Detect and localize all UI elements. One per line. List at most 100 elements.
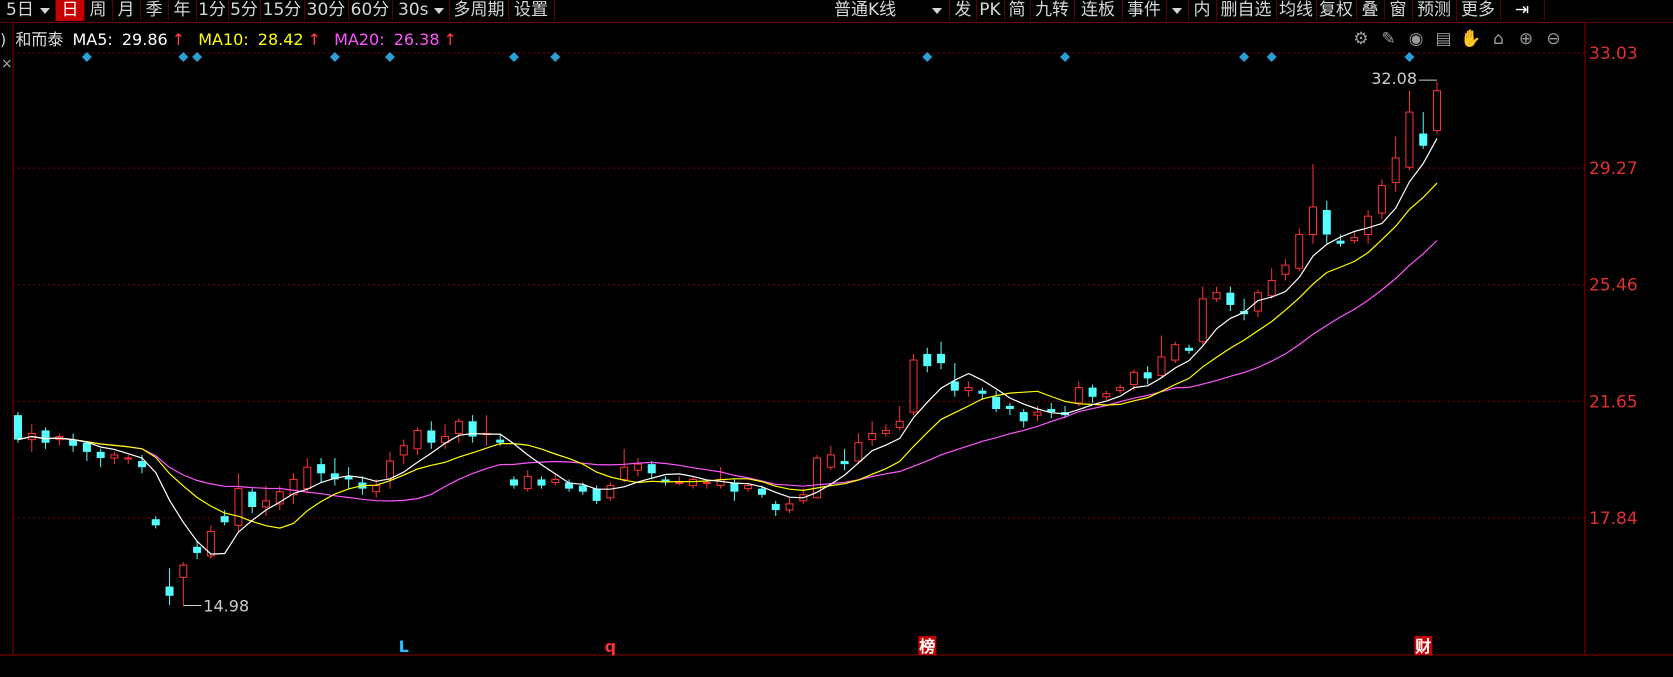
- kline-chart[interactable]: 33.03 29.27 25.46 21.65 17.84 32.08 14.98 × L q 榜 财: [0, 22, 1673, 677]
- period-tab[interactable]: 季: [140, 0, 169, 21]
- expand-icon[interactable]: ⇥: [1500, 0, 1545, 21]
- toolbar-button[interactable]: 复权: [1316, 0, 1357, 21]
- candle-body: [454, 420, 463, 435]
- toolbar-button[interactable]: 发: [950, 0, 977, 21]
- candle-body: [1143, 372, 1152, 379]
- candle-body: [1019, 412, 1028, 422]
- candle-body: [137, 461, 146, 468]
- candle-body: [647, 464, 656, 474]
- toolbar-button[interactable]: 删自选: [1216, 0, 1277, 21]
- toolbar-button[interactable]: 内: [1188, 0, 1217, 21]
- candle-body: [110, 454, 119, 459]
- candle-body: [248, 491, 257, 507]
- period-tab[interactable]: 5日: [0, 0, 56, 21]
- candle-body: [1157, 356, 1166, 376]
- period-tab[interactable]: 60分: [348, 0, 393, 21]
- candle-body: [1377, 185, 1386, 214]
- toolbar-button[interactable]: 九转: [1030, 0, 1075, 21]
- toolbar-button[interactable]: 叠: [1356, 0, 1385, 21]
- candle-body: [1226, 292, 1235, 305]
- candle-body: [744, 485, 753, 490]
- chevron-down-icon: [1172, 8, 1182, 14]
- candle-body: [1074, 387, 1083, 404]
- candle-body: [1281, 264, 1290, 275]
- period-tab[interactable]: 30分: [304, 0, 349, 21]
- candle-body: [372, 485, 381, 493]
- candle-body: [179, 564, 188, 578]
- toolbar-button[interactable]: 窗: [1384, 0, 1413, 21]
- ma5-line: [17, 138, 1438, 555]
- period-toolbar: 5日日周月季年 1分 5分 15分 30分 60分 30s 多周期 设置 普通K线发 PK 简九转 连板…: [0, 0, 1673, 23]
- candle-body: [1198, 298, 1207, 343]
- candle-body: [923, 353, 932, 367]
- candle-body: [730, 482, 739, 492]
- candle-body: [1433, 90, 1441, 131]
- candle-body: [702, 481, 711, 484]
- candle-body: [151, 519, 160, 526]
- candle-body: [1033, 411, 1042, 416]
- candle-body: [124, 457, 133, 460]
- candle-body: [1419, 133, 1428, 146]
- period-tab[interactable]: 15分: [260, 0, 305, 21]
- ma20-line: [17, 240, 1438, 502]
- y-tick-label: 21.65: [1589, 392, 1638, 412]
- y-tick-label: 25.46: [1589, 276, 1638, 296]
- candle-body: [881, 429, 890, 435]
- candle-body: [1322, 210, 1331, 235]
- period-tab[interactable]: 设置: [508, 0, 555, 21]
- candle-body: [427, 430, 436, 443]
- period-tab[interactable]: 30s: [392, 0, 450, 21]
- chevron-down-icon: [434, 8, 444, 14]
- candle-body: [978, 390, 987, 394]
- candle-body: [964, 387, 973, 392]
- event-diamond-marker: [1404, 52, 1415, 62]
- period-tab[interactable]: 年: [168, 0, 197, 21]
- toolbar-button[interactable]: 简: [1004, 0, 1031, 21]
- toolbar-button[interactable]: 事件: [1122, 0, 1167, 21]
- toolbar-button[interactable]: 更多: [1456, 0, 1501, 21]
- period-tab[interactable]: 月: [112, 0, 141, 21]
- candle-body: [523, 475, 532, 490]
- toolbar-button[interactable]: PK: [976, 0, 1005, 21]
- period-tab[interactable]: 1分: [196, 0, 229, 21]
- candle-body: [1088, 387, 1097, 397]
- candle-body: [303, 466, 312, 490]
- candle-body: [992, 396, 1001, 410]
- candle-body: [620, 466, 629, 480]
- toolbar-button[interactable]: 均线: [1276, 0, 1317, 21]
- candle-body: [937, 353, 946, 364]
- event-badge-label: q: [605, 637, 616, 656]
- candle-body: [509, 479, 518, 486]
- candle-body: [234, 488, 243, 526]
- candle-body: [1405, 111, 1414, 168]
- candle-body: [826, 454, 835, 468]
- candle-body: [1212, 292, 1221, 300]
- y-tick-label: 17.84: [1589, 509, 1638, 529]
- plot-frame: [12, 22, 1586, 656]
- candle-body: [1129, 371, 1138, 386]
- kline-type-select[interactable]: 普通K线: [790, 0, 950, 21]
- chevron-down-icon: [40, 8, 50, 14]
- candle-body: [578, 485, 587, 492]
- candle-body: [840, 461, 849, 465]
- period-tab[interactable]: 日: [56, 0, 85, 21]
- candle-body: [606, 485, 615, 499]
- period-tab[interactable]: 5分: [228, 0, 261, 21]
- candle-body: [14, 415, 22, 440]
- event-diamond-marker: [1239, 52, 1250, 62]
- toolbar-button[interactable]: 预测: [1412, 0, 1457, 21]
- candle-body: [771, 503, 780, 511]
- event-dropdown-button[interactable]: [1166, 0, 1189, 21]
- event-badge-label: L: [399, 637, 409, 656]
- high-price-label: 32.08: [1371, 69, 1417, 88]
- candle-body: [1391, 157, 1400, 183]
- toolbar-button[interactable]: 连板: [1074, 0, 1123, 21]
- candle-body: [785, 503, 794, 511]
- candle-body: [1185, 347, 1194, 351]
- period-tab[interactable]: 周: [84, 0, 113, 21]
- candle-body: [1309, 206, 1318, 236]
- candle-body: [1267, 279, 1276, 297]
- left-edge-close-icon: ×: [1, 56, 13, 72]
- period-tab[interactable]: 多周期: [450, 0, 509, 21]
- candle-body: [1295, 234, 1304, 269]
